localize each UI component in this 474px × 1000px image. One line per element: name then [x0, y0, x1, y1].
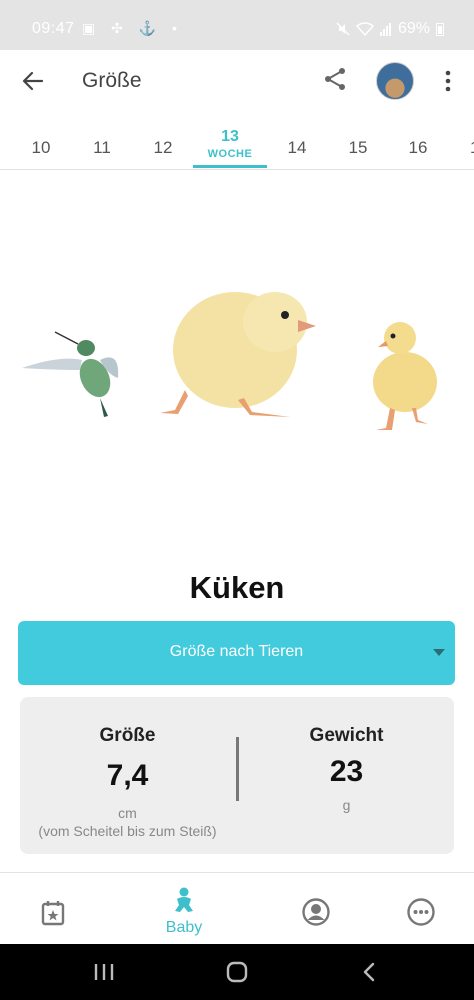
weight-value: 23	[329, 755, 364, 788]
stats-card: Größe 7,4 cm (vom Scheitel bis zum Steiß…	[20, 697, 454, 854]
battery-percent: 69%	[397, 20, 430, 37]
nav-baby-label: Baby	[165, 919, 203, 936]
battery-icon	[436, 22, 444, 36]
hummingbird-image	[22, 331, 119, 417]
tab-week-14[interactable]: 14	[272, 138, 322, 158]
tab-week-16[interactable]: 16	[393, 138, 443, 158]
comparison-type-dropdown[interactable]: Größe nach Tieren	[18, 621, 455, 685]
week-selector: 10 11 12 13 WOCHE 14 15 16 1	[0, 112, 474, 170]
tab-week-15[interactable]: 15	[333, 138, 383, 158]
more-circle-icon	[407, 898, 435, 926]
page-title: Größe	[82, 69, 142, 92]
status-time: 09:47	[32, 20, 75, 37]
size-label: Größe	[99, 725, 156, 746]
nav-more[interactable]	[362, 873, 474, 945]
wifi-icon	[355, 22, 374, 36]
active-week-label: WOCHE	[207, 148, 253, 160]
chevron-down-icon	[433, 649, 445, 656]
tab-week-17[interactable]: 1	[446, 138, 474, 158]
nav-calendar[interactable]	[0, 873, 112, 945]
size-stat: Größe 7,4 cm (vom Scheitel bis zum Steiß…	[20, 725, 235, 839]
baby-icon	[175, 887, 193, 912]
animal-name: Küken	[189, 570, 285, 605]
avatar[interactable]	[376, 62, 414, 100]
share-button[interactable]	[322, 66, 350, 94]
size-value: 7,4	[106, 759, 149, 792]
home-icon[interactable]	[225, 961, 249, 983]
app-bar: Größe	[0, 50, 474, 112]
weight-label: Gewicht	[309, 725, 384, 746]
size-note: (vom Scheitel bis zum Steiß)	[38, 823, 217, 839]
mute-icon	[336, 22, 350, 36]
status-right: 69%	[336, 20, 444, 38]
nav-baby[interactable]: Baby	[125, 873, 243, 945]
system-navigation-bar	[0, 944, 474, 1000]
nav-mother[interactable]	[257, 873, 375, 945]
weight-stat: Gewicht 23 g	[239, 725, 454, 813]
share-icon	[325, 68, 345, 90]
notification-icons: ▣ ✣ ⚓ •	[82, 20, 183, 36]
calendar-star-icon	[41, 901, 65, 926]
mother-profile-icon	[302, 898, 330, 926]
dropdown-label: Größe nach Tieren	[169, 643, 304, 660]
arrow-left-icon	[22, 71, 44, 91]
active-week-number: 13	[221, 128, 239, 145]
more-menu-button[interactable]	[440, 66, 456, 96]
tab-week-12[interactable]: 12	[138, 138, 188, 158]
recent-apps-icon[interactable]	[92, 961, 116, 983]
weight-unit: g	[342, 797, 351, 813]
active-tab-indicator	[193, 165, 267, 168]
chick-image	[160, 292, 316, 417]
size-comparison-illustration	[22, 292, 437, 430]
status-bar: 09:47 ▣ ✣ ⚓ • 69%	[0, 0, 474, 50]
bottom-navigation: Baby	[0, 872, 474, 944]
back-button[interactable]	[18, 66, 48, 96]
system-back-icon[interactable]	[358, 961, 382, 983]
duckling-image	[373, 322, 437, 430]
more-vertical-icon	[445, 70, 451, 92]
tab-week-10[interactable]: 10	[16, 138, 66, 158]
size-unit: cm	[118, 805, 137, 821]
tab-week-13[interactable]: 13 WOCHE	[205, 128, 255, 160]
signal-icon	[379, 23, 391, 36]
tab-week-11[interactable]: 11	[77, 138, 127, 158]
